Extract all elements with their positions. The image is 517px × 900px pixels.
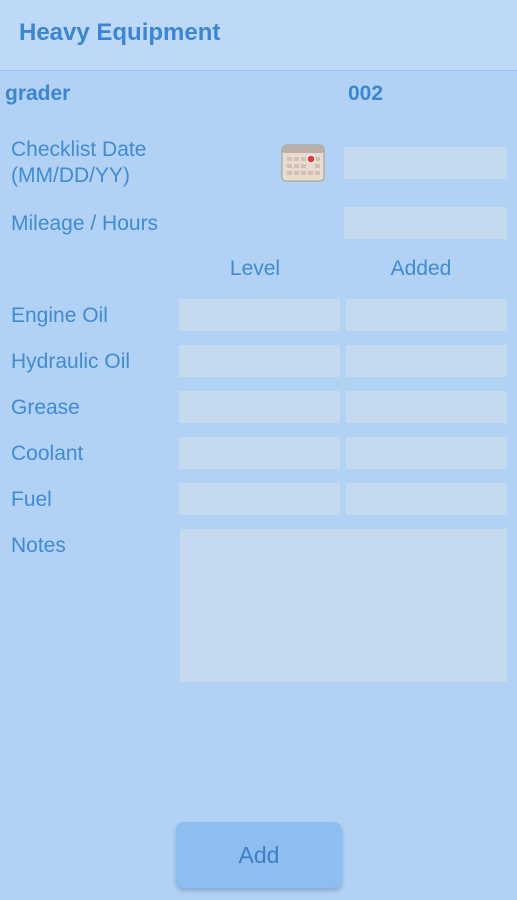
page-title: Heavy Equipment <box>19 19 221 46</box>
grease-label: Grease <box>11 396 80 419</box>
calendar-icon[interactable] <box>281 142 325 182</box>
notes-textarea[interactable] <box>180 529 507 682</box>
engine-oil-added-input[interactable] <box>346 299 507 331</box>
fuel-label: Fuel <box>11 488 52 511</box>
fuel-added-input[interactable] <box>346 483 507 515</box>
grease-level-input[interactable] <box>179 391 340 423</box>
grease-added-input[interactable] <box>346 391 507 423</box>
hydraulic-oil-level-input[interactable] <box>179 345 340 377</box>
app-header: Heavy Equipment <box>0 0 517 71</box>
equipment-id: 002 <box>348 82 384 105</box>
engine-oil-label: Engine Oil <box>11 304 108 327</box>
coolant-level-input[interactable] <box>179 437 340 469</box>
mileage-label: Mileage / Hours <box>11 212 159 235</box>
checklist-date-label: Checklist Date (MM/DD/YY) <box>11 137 146 189</box>
added-column-header: Added <box>390 257 452 280</box>
mileage-input[interactable] <box>344 207 507 239</box>
coolant-label: Coolant <box>11 442 84 465</box>
checklist-date-label-line2: (MM/DD/YY) <box>11 164 130 187</box>
checklist-date-input[interactable] <box>344 147 507 179</box>
equipment-name: grader <box>5 82 71 105</box>
hydraulic-oil-added-input[interactable] <box>346 345 507 377</box>
notes-label: Notes <box>11 534 66 557</box>
coolant-added-input[interactable] <box>346 437 507 469</box>
level-column-header: Level <box>229 257 281 280</box>
add-button[interactable]: Add <box>176 822 342 888</box>
hydraulic-oil-label: Hydraulic Oil <box>11 350 131 373</box>
fuel-level-input[interactable] <box>179 483 340 515</box>
checklist-date-label-line1: Checklist Date <box>11 138 147 161</box>
engine-oil-level-input[interactable] <box>179 299 340 331</box>
